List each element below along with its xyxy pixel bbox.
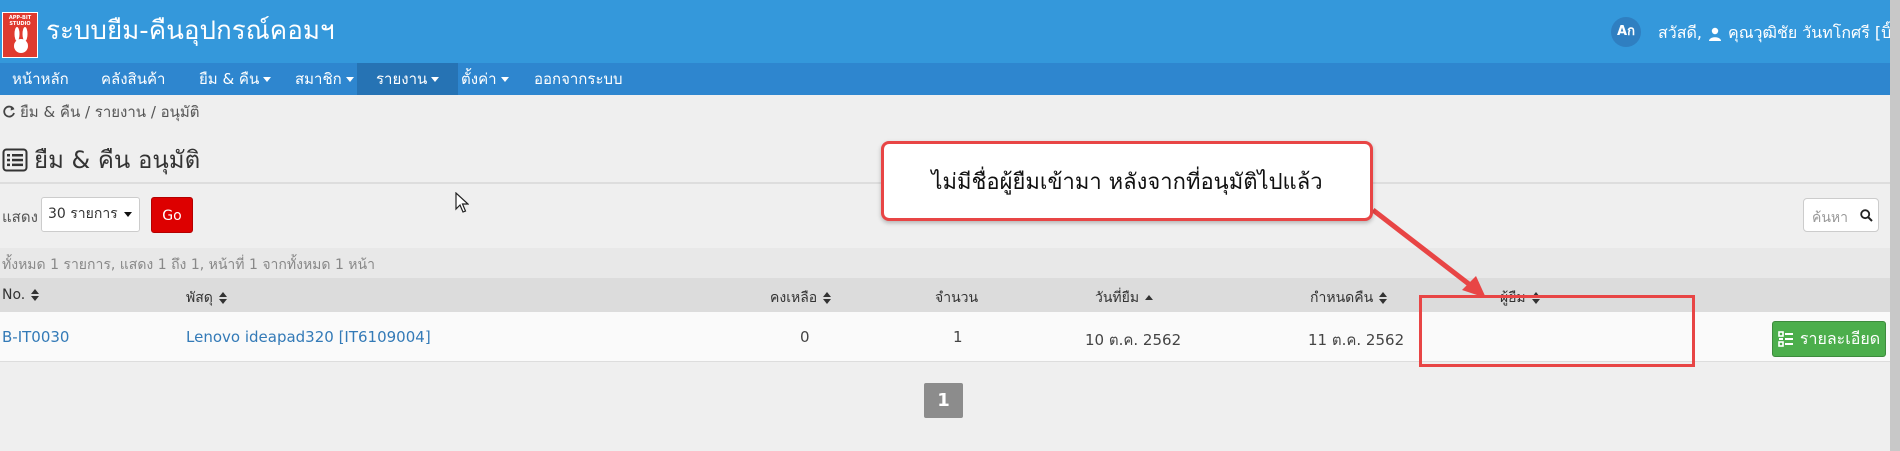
breadcrumb: ยืม & คืน / รายงาน / อนุมัติ bbox=[2, 100, 200, 124]
nav-reports[interactable]: รายงาน bbox=[357, 63, 459, 95]
user-greeting[interactable]: สวัสดี, คุณวุฒิชัย วันทโกศรี [บิ๊ก] bbox=[1658, 21, 1900, 46]
chevron-down-icon bbox=[500, 77, 509, 82]
search-icon[interactable] bbox=[1860, 209, 1873, 222]
chevron-down-icon bbox=[345, 77, 354, 82]
summary-bar: ทั้งหมด 1 รายการ, แสดง 1 ถึง 1, หน้าที่ … bbox=[0, 248, 1900, 278]
search-placeholder: ค้นหา bbox=[1812, 210, 1849, 226]
user-name: คุณวุฒิชัย วันทโกศรี [บิ๊ก] bbox=[1728, 23, 1900, 42]
annotation-callout: ไม่มีชื่อผู้ยืมเข้ามา หลังจากที่อนุมัติไ… bbox=[881, 141, 1373, 221]
page-title: ยืม & คืน อนุมัติ bbox=[2, 140, 200, 179]
column-header-no[interactable]: No. bbox=[2, 287, 40, 303]
logo-text: APP-BIT STUDIO bbox=[8, 15, 32, 27]
go-button[interactable]: Go bbox=[151, 197, 193, 233]
app-title[interactable]: ระบบยืม-คืนอุปกรณ์คอมฯ bbox=[46, 16, 335, 46]
nav-settings[interactable]: ตั้งค่า bbox=[461, 63, 509, 95]
list-icon bbox=[2, 148, 28, 171]
chevron-down-icon bbox=[124, 212, 132, 217]
sort-icon bbox=[1379, 292, 1388, 304]
nav-members[interactable]: สมาชิก bbox=[295, 63, 354, 95]
sort-icon bbox=[31, 289, 40, 301]
cell-borrow-date: 10 ต.ค. 2562 bbox=[1085, 331, 1182, 349]
column-header-qty: จำนวน bbox=[935, 290, 979, 306]
cell-due-date: 11 ต.ค. 2562 bbox=[1308, 331, 1405, 349]
page-size-value: 30 รายการ bbox=[48, 206, 118, 222]
nav-borrow-return[interactable]: ยืม & คืน bbox=[199, 63, 272, 95]
scroll-edge bbox=[1890, 0, 1900, 451]
refresh-icon bbox=[3, 105, 15, 118]
column-header-due-date[interactable]: กำหนดคืน bbox=[1310, 287, 1388, 309]
cell-qty: 1 bbox=[953, 328, 963, 346]
accessibility-button[interactable]: Aก bbox=[1611, 17, 1641, 47]
cell-no[interactable]: B-IT0030 bbox=[2, 328, 69, 346]
page-size-select[interactable]: 30 รายการ bbox=[41, 197, 140, 232]
sort-icon bbox=[823, 292, 832, 304]
list-detail-icon bbox=[1778, 331, 1793, 347]
column-header-borrow-date[interactable]: วันที่ยืม bbox=[1095, 287, 1154, 309]
top-header: APP-BIT STUDIO ระบบยืม-คืนอุปกรณ์คอมฯ Aก… bbox=[0, 0, 1900, 63]
detail-button[interactable]: รายละเอียด bbox=[1772, 321, 1886, 357]
chevron-down-icon bbox=[263, 77, 272, 82]
breadcrumb-path: ยืม & คืน / รายงาน / อนุมัติ bbox=[20, 103, 200, 121]
app-logo[interactable]: APP-BIT STUDIO bbox=[2, 12, 38, 58]
nav-logout[interactable]: ออกจากระบบ bbox=[534, 63, 623, 95]
search-input[interactable]: ค้นหา bbox=[1803, 198, 1879, 232]
column-header-item[interactable]: พัสดุ bbox=[186, 287, 227, 309]
main-nav: หน้าหลัก คลังสินค้า ยืม & คืน สมาชิก ราย… bbox=[0, 63, 1900, 95]
record-summary: ทั้งหมด 1 รายการ, แสดง 1 ถึง 1, หน้าที่ … bbox=[2, 257, 375, 273]
show-label: แสดง bbox=[2, 208, 38, 226]
detail-button-label: รายละเอียด bbox=[1799, 328, 1881, 348]
nav-home[interactable]: หน้าหลัก bbox=[12, 63, 69, 95]
greeting-label: สวัสดี, bbox=[1658, 23, 1702, 42]
sort-icon bbox=[218, 292, 227, 304]
page-title-text: ยืม & คืน อนุมัติ bbox=[34, 146, 201, 174]
rabbit-icon bbox=[14, 27, 28, 53]
nav-warehouse[interactable]: คลังสินค้า bbox=[101, 63, 165, 95]
cell-remaining: 0 bbox=[800, 328, 810, 346]
sort-asc-icon bbox=[1145, 295, 1154, 300]
pagination-page-1[interactable]: 1 bbox=[924, 383, 963, 418]
cell-item[interactable]: Lenovo ideapad320 [IT6109004] bbox=[186, 328, 431, 346]
annotation-highlight-box bbox=[1419, 295, 1695, 367]
user-icon bbox=[1709, 27, 1721, 41]
chevron-down-icon bbox=[431, 77, 440, 82]
mouse-cursor-icon bbox=[455, 192, 469, 213]
column-header-remaining[interactable]: คงเหลือ bbox=[770, 287, 832, 309]
annotation-text: ไม่มีชื่อผู้ยืมเข้ามา หลังจากที่อนุมัติไ… bbox=[931, 169, 1323, 195]
